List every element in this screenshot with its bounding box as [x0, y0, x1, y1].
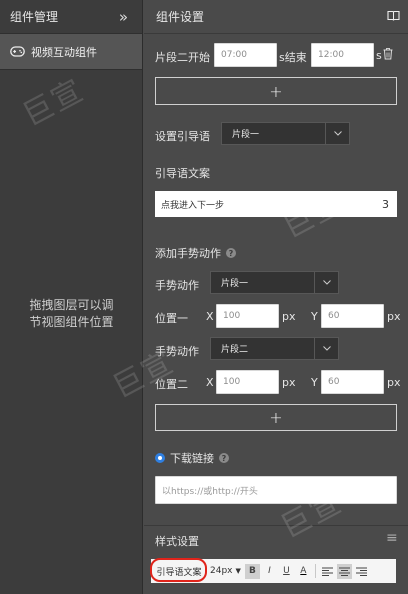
download-link-input[interactable]: 以https://或http://开头 — [155, 476, 397, 504]
component-settings-title: 组件设置 — [156, 10, 205, 24]
gesture2-select[interactable]: 片段二 — [210, 337, 339, 360]
guide-text-input[interactable]: 点我进入下一步 3 — [155, 191, 397, 217]
divider — [144, 525, 408, 526]
segment-end-input[interactable]: 12:00 — [311, 43, 374, 67]
help-icon[interactable]: ? — [226, 248, 236, 258]
collapse-icon[interactable]: » — [119, 8, 128, 26]
gesture1-pos-label: 位置一 — [155, 312, 188, 325]
underline-button[interactable]: U — [279, 564, 294, 579]
download-label: 下载链接 — [170, 452, 214, 465]
add-segment-button[interactable]: + — [155, 77, 397, 105]
drag-hint: 拖拽图层可以调 节视图组件位置 — [0, 297, 143, 331]
highlight-ring — [150, 558, 207, 582]
gesture2-x-unit: px — [282, 376, 296, 389]
drag-hint-line2: 节视图组件位置 — [29, 315, 114, 329]
add-gesture-button[interactable]: + — [155, 404, 397, 431]
chevron-down-icon — [325, 123, 349, 144]
gesture2-x-input[interactable]: 100 — [216, 370, 279, 394]
toolbar-separator — [314, 564, 316, 578]
caret-down-icon: ▼ — [235, 567, 241, 575]
font-size-value: 24px — [210, 566, 233, 576]
segment-label: 片段二开始 — [155, 51, 210, 64]
download-row: 下载链接 ? — [155, 450, 229, 466]
gesture1-x-unit: px — [282, 310, 296, 323]
help-icon[interactable]: ? — [219, 453, 229, 463]
chevron-down-icon — [314, 272, 338, 293]
gesture1-x-label: X — [206, 310, 214, 323]
drag-hint-line1: 拖拽图层可以调 — [29, 298, 114, 312]
gesture1-select[interactable]: 片段一 — [210, 271, 339, 294]
guide-text-count: 3 — [382, 197, 389, 211]
chevron-down-icon — [314, 338, 338, 359]
gesture2-pos-label: 位置二 — [155, 378, 188, 391]
gesture1-y-unit: px — [387, 310, 401, 323]
guide-select-value: 片段一 — [232, 130, 260, 140]
gesture2-label: 手势动作 — [155, 345, 199, 358]
segment-start-input[interactable]: 07:00 — [214, 43, 277, 67]
style-section-label: 样式设置 — [155, 535, 199, 548]
gesture-section-title: 添加手势动作 ? — [155, 245, 236, 261]
text-color-button[interactable]: A — [296, 564, 311, 579]
gesture1-y-label: Y — [311, 310, 318, 323]
component-settings-header: 组件设置 — [144, 0, 408, 34]
align-center-icon[interactable] — [336, 563, 352, 579]
guide-select[interactable]: 片段一 — [221, 122, 350, 145]
gesture1-x-input[interactable]: 100 — [216, 304, 279, 328]
align-right-icon[interactable] — [354, 564, 369, 579]
component-manager-panel: 组件管理 » 视频互动组件 拖拽图层可以调 节视图组件位置 — [0, 0, 143, 594]
book-icon[interactable] — [387, 10, 400, 24]
guide-label: 设置引导语 — [155, 130, 210, 143]
gesture1-select-value: 片段一 — [221, 279, 249, 289]
layer-item-label: 视频互动组件 — [31, 45, 97, 59]
gesture2-y-input[interactable]: 60 — [321, 370, 384, 394]
gesture2-x-label: X — [206, 376, 214, 389]
component-manager-title: 组件管理 — [10, 10, 59, 24]
plus-icon: + — [269, 81, 283, 101]
gesture1-y-input[interactable]: 60 — [321, 304, 384, 328]
gesture2-select-value: 片段二 — [221, 345, 249, 355]
bold-button[interactable]: B — [244, 563, 260, 579]
gesture2-y-unit: px — [387, 376, 401, 389]
component-manager-header: 组件管理 » — [0, 0, 142, 34]
trash-icon[interactable] — [383, 48, 393, 63]
gamepad-icon — [10, 46, 25, 57]
guide-text-value: 点我进入下一步 — [161, 200, 225, 211]
segment-end-unit: s — [376, 49, 382, 62]
gesture-section-label: 添加手势动作 — [155, 247, 221, 260]
align-left-icon[interactable] — [320, 564, 335, 579]
menu-icon[interactable]: ≡ — [386, 530, 398, 546]
layer-item-video-interaction[interactable]: 视频互动组件 — [0, 34, 142, 70]
gesture1-label: 手势动作 — [155, 279, 199, 292]
gesture2-y-label: Y — [311, 376, 318, 389]
download-radio[interactable] — [155, 453, 165, 463]
plus-icon: + — [269, 408, 283, 427]
italic-button[interactable]: I — [262, 564, 277, 579]
segment-start-unit: s结束 — [279, 51, 307, 64]
guide-text-label: 引导语文案 — [155, 167, 210, 180]
font-size-select[interactable]: 24px ▼ — [207, 566, 244, 576]
